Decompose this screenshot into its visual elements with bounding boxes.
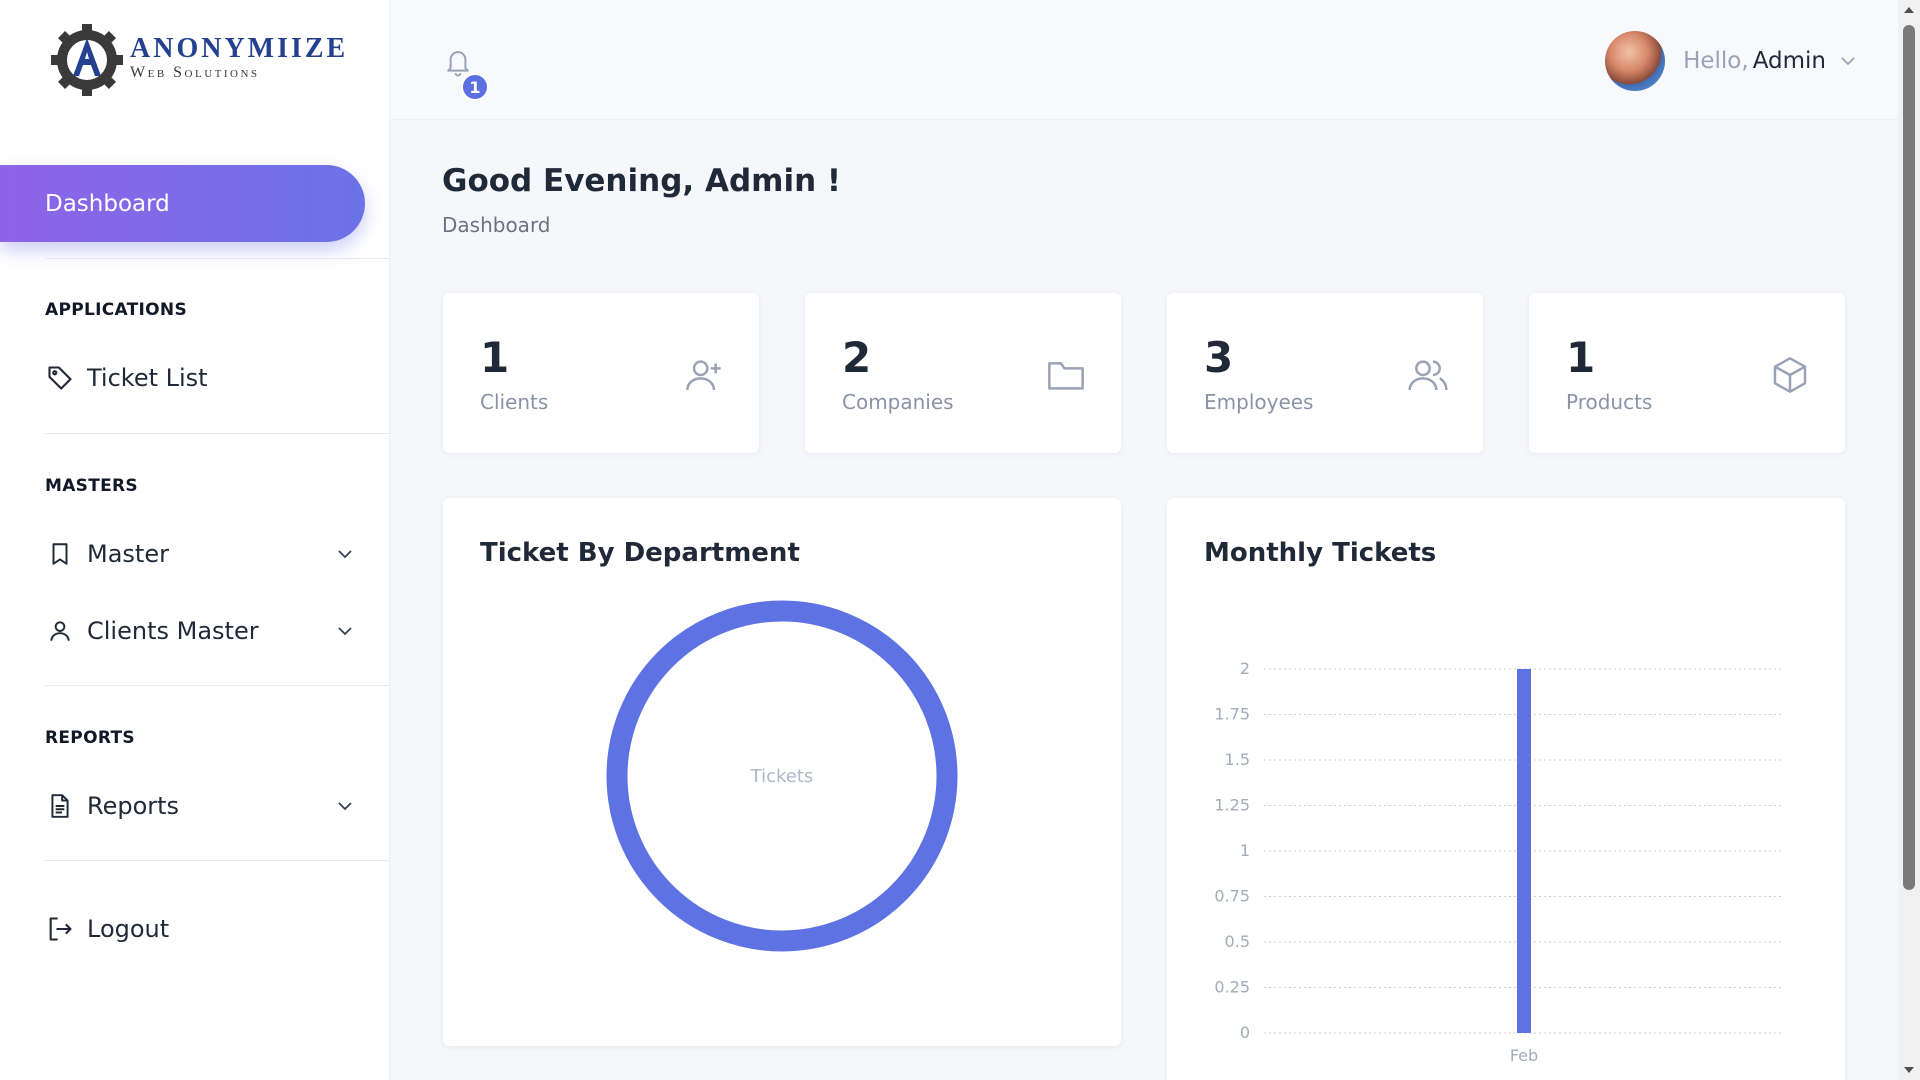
section-title-applications: APPLICATIONS — [45, 300, 187, 320]
hello-label: Hello, — [1683, 48, 1749, 74]
document-icon — [45, 791, 75, 821]
tag-icon — [45, 363, 75, 393]
stat-label: Clients — [480, 390, 549, 414]
sidebar-item-ticket-list[interactable]: Ticket List — [45, 358, 355, 398]
sidebar-item-reports[interactable]: Reports — [45, 786, 355, 826]
ticket-by-department-card: Ticket By Department Tickets — [443, 498, 1121, 1046]
section-title-masters: MASTERS — [45, 476, 138, 496]
gear-logo-icon — [51, 24, 123, 96]
divider — [45, 860, 390, 861]
chevron-down-icon — [338, 802, 352, 811]
y-tick-label: 0 — [1240, 1023, 1250, 1042]
bookmark-icon — [45, 539, 75, 569]
scroll-up-icon[interactable] — [1903, 4, 1915, 16]
donut-chart: Tickets — [606, 600, 958, 952]
users-icon — [1408, 360, 1448, 391]
scroll-down-icon[interactable] — [1903, 1064, 1915, 1076]
bar[interactable] — [1517, 669, 1531, 1033]
breadcrumb[interactable]: Dashboard — [442, 213, 551, 237]
sidebar-item-label: Clients Master — [87, 617, 259, 645]
divider — [45, 433, 390, 434]
scroll-thumb[interactable] — [1903, 25, 1915, 890]
avatar — [1605, 31, 1666, 91]
user-plus-icon — [686, 360, 721, 391]
user-icon — [45, 616, 75, 646]
sidebar-item-logout[interactable]: Logout — [45, 909, 355, 949]
y-tick-label: 0.75 — [1214, 887, 1250, 906]
stat-label: Products — [1566, 390, 1653, 414]
stat-card-employees[interactable]: 3 Employees — [1167, 293, 1483, 453]
sidebar-item-label: Ticket List — [87, 364, 208, 392]
y-tick-label: 1 — [1240, 841, 1250, 860]
folder-icon — [1048, 362, 1084, 390]
stat-value: 2 — [842, 333, 872, 382]
sidebar-item-label: Master — [87, 540, 169, 568]
stat-value: 1 — [1566, 333, 1596, 382]
y-tick-label: 0.25 — [1214, 978, 1250, 997]
topbar: 1 Hello, Admin — [391, 0, 1898, 120]
y-tick-label: 0.5 — [1225, 932, 1250, 951]
stat-value: 3 — [1204, 333, 1234, 382]
page-title: Good Evening, Admin ! — [442, 163, 842, 199]
stat-card-companies[interactable]: 2 Companies — [805, 293, 1121, 453]
user-greeting: Hello, Admin — [1683, 48, 1826, 74]
sidebar-item-dashboard[interactable]: Dashboard — [0, 165, 365, 242]
bar-chart: 0 0.25 0.5 0.75 1 1.25 1.5 1.75 2 Feb — [1214, 659, 1784, 1065]
sidebar-item-master[interactable]: Master — [45, 534, 355, 574]
box-icon — [1773, 357, 1807, 393]
scrollbar[interactable] — [1898, 0, 1920, 1080]
brand-title: ANONYMIIZE — [130, 33, 349, 64]
y-tick-label: 1.75 — [1214, 705, 1250, 724]
logout-icon — [45, 914, 75, 944]
chevron-down-icon — [338, 550, 352, 559]
user-name: Admin — [1752, 48, 1826, 74]
y-tick-label: 1.25 — [1214, 796, 1250, 815]
sidebar-item-label: Logout — [87, 915, 170, 943]
y-tick-label: 1.5 — [1225, 750, 1250, 769]
brand-subtitle: Web Solutions — [130, 64, 260, 81]
chevron-down-icon — [1841, 57, 1855, 66]
donut-center-label: Tickets — [750, 766, 814, 787]
divider — [45, 685, 390, 686]
sidebar: ANONYMIIZE Web Solutions Dashboard APPLI… — [0, 0, 390, 1080]
y-tick-label: 2 — [1240, 659, 1250, 678]
brand-logo[interactable]: ANONYMIIZE Web Solutions — [50, 20, 348, 96]
stat-value: 1 — [480, 333, 510, 382]
notification-badge: 1 — [461, 73, 489, 101]
divider — [45, 258, 390, 259]
sidebar-item-label: Dashboard — [45, 190, 170, 217]
user-menu[interactable]: Hello, Admin — [1605, 30, 1858, 92]
stat-card-clients[interactable]: 1 Clients — [443, 293, 759, 453]
sidebar-item-label: Reports — [87, 792, 180, 820]
stat-label: Employees — [1204, 390, 1314, 414]
x-tick-label: Feb — [1510, 1046, 1538, 1065]
monthly-tickets-card: Monthly Tickets 0 0.25 0.5 0.75 1 1.25 1.5 1.75… — [1167, 498, 1845, 1080]
sidebar-item-clients-master[interactable]: Clients Master — [45, 611, 355, 651]
stat-label: Companies — [842, 390, 954, 414]
section-title-reports: REPORTS — [45, 728, 135, 748]
stat-card-products[interactable]: 1 Products — [1529, 293, 1845, 453]
chevron-down-icon — [338, 627, 352, 636]
